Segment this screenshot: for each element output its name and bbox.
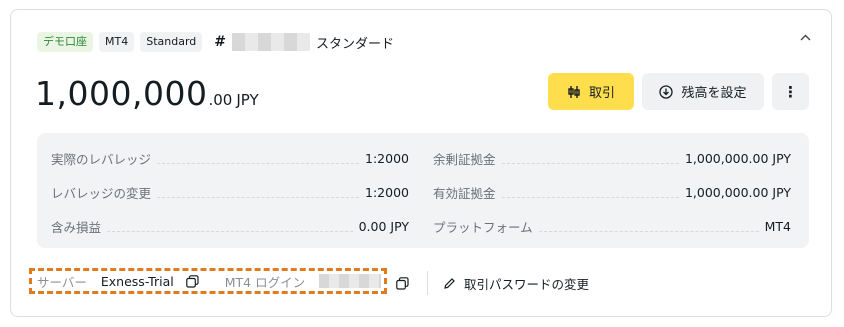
dotted-leader <box>107 230 353 232</box>
set-balance-label: 残高を設定 <box>681 86 747 101</box>
stat-value: 1,000,000.00 JPY <box>684 184 791 200</box>
account-number-masked <box>232 33 310 51</box>
download-circle-icon <box>659 84 674 99</box>
chevron-up-icon[interactable] <box>800 30 811 44</box>
account-class-tag: Standard <box>140 32 203 52</box>
stat-value: MT4 <box>764 218 791 234</box>
balance-integer: 1,000,000 <box>35 74 208 113</box>
copy-icon[interactable] <box>396 275 409 294</box>
balance-decimal: .00 <box>208 91 233 109</box>
stat-label: レバレッジの変更 <box>51 185 152 201</box>
stat-row-equity: 有効証拠金 1,000,000.00 JPY <box>433 175 791 209</box>
stat-row-change-leverage[interactable]: レバレッジの変更 1:2000 <box>51 175 409 209</box>
stat-label: 含み損益 <box>51 219 102 235</box>
dotted-leader <box>157 196 360 198</box>
login-label: MT4 ログイン <box>224 274 306 290</box>
dotted-leader <box>538 230 759 232</box>
stat-row-free-margin: 余剰証拠金 1,000,000.00 JPY <box>433 141 791 175</box>
platform-tag: MT4 <box>99 32 135 52</box>
balance-currency: JPY <box>236 91 259 109</box>
stat-label: 余剰証拠金 <box>433 151 496 167</box>
stat-row-platform: プラットフォーム MT4 <box>433 209 791 243</box>
stat-label: プラットフォーム <box>433 219 533 235</box>
set-balance-button[interactable]: 残高を設定 <box>642 73 764 110</box>
more-vertical-icon: ⋮ <box>783 82 798 101</box>
trade-candles-icon <box>568 85 580 98</box>
stat-row-floating-pnl: 含み損益 0.00 JPY <box>51 209 409 243</box>
account-type-label: スタンダード <box>316 36 395 52</box>
dotted-leader <box>501 162 679 164</box>
divider <box>427 271 428 295</box>
more-options-button[interactable]: ⋮ <box>772 73 809 110</box>
server-label: サーバー <box>37 274 87 290</box>
change-password-link[interactable]: 取引パスワードの変更 <box>443 274 589 293</box>
account-header: デモ口座 MT4 Standard # スタンダード <box>37 32 394 52</box>
stat-value: 0.00 JPY <box>358 218 409 234</box>
dotted-leader <box>157 162 360 164</box>
trade-button[interactable]: 取引 <box>548 73 634 110</box>
account-balance: 1,000,000 .00 JPY <box>35 74 259 113</box>
dotted-leader <box>501 196 679 198</box>
demo-account-tag: デモ口座 <box>37 32 93 52</box>
change-password-label: 取引パスワードの変更 <box>464 277 590 292</box>
stat-value: 1:2000 <box>365 184 409 200</box>
stat-label: 有効証拠金 <box>433 185 496 201</box>
stat-row-actual-leverage: 実際のレバレッジ 1:2000 <box>51 141 409 175</box>
account-stats-panel: 実際のレバレッジ 1:2000 レバレッジの変更 1:2000 含み損益 0.0… <box>37 133 809 248</box>
stat-value: 1:2000 <box>365 150 409 166</box>
server-login-highlight: サーバー Exness-Trial MT4 ログイン <box>29 268 387 294</box>
login-number-masked <box>319 274 382 288</box>
trade-button-label: 取引 <box>588 86 615 101</box>
account-number-hash: # <box>214 34 226 50</box>
stat-value: 1,000,000.00 JPY <box>684 150 791 166</box>
copy-icon[interactable] <box>185 274 199 288</box>
stat-label: 実際のレバレッジ <box>51 151 152 167</box>
pencil-icon <box>444 278 455 289</box>
account-card: デモ口座 MT4 Standard # スタンダード 1,000,000 .00… <box>10 9 832 317</box>
stats-right-column: 余剰証拠金 1,000,000.00 JPY 有効証拠金 1,000,000.0… <box>433 141 791 243</box>
stats-left-column: 実際のレバレッジ 1:2000 レバレッジの変更 1:2000 含み損益 0.0… <box>51 141 409 243</box>
server-value: Exness-Trial <box>100 273 174 289</box>
